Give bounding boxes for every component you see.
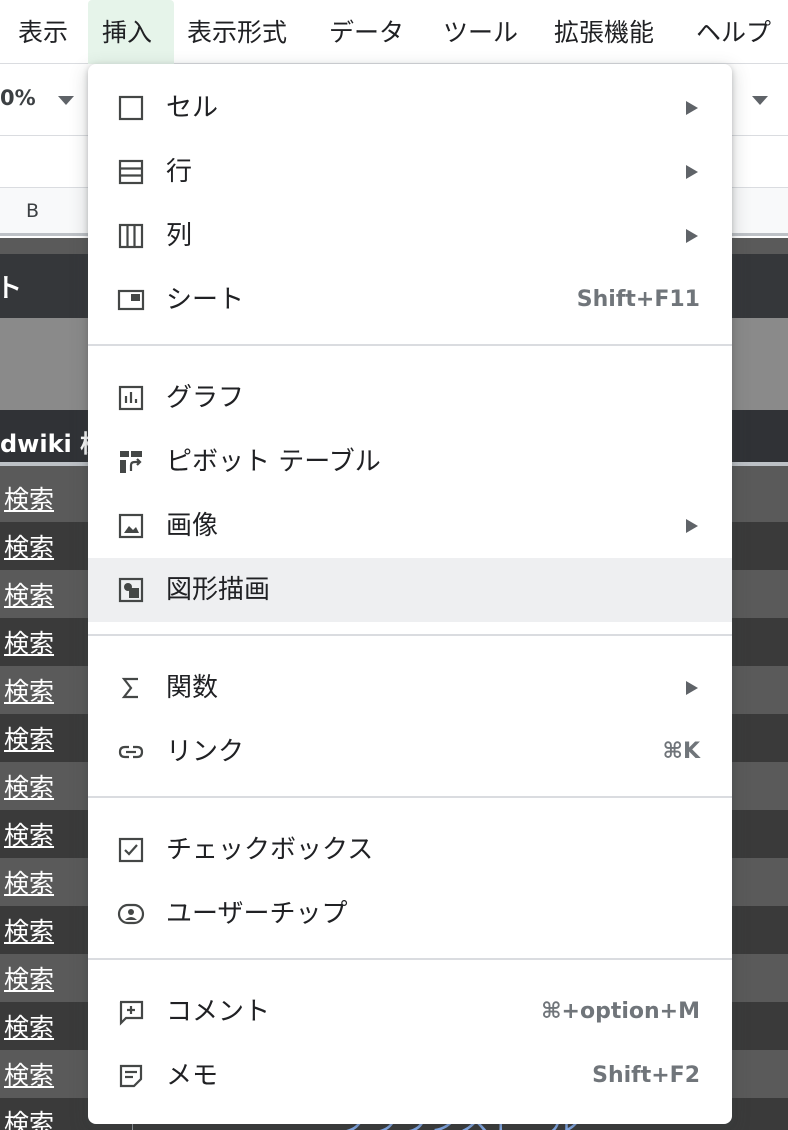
zoom-select[interactable]: 0% — [0, 86, 36, 110]
search-link[interactable]: 検索 — [4, 864, 54, 900]
menu-item-comment[interactable]: コメント ⌘+option+M — [88, 980, 732, 1044]
menu-item-drawing[interactable]: 図形描画 — [88, 558, 732, 622]
person-chip-icon — [116, 899, 146, 929]
menu-separator — [88, 796, 732, 798]
submenu-arrow-icon — [686, 165, 698, 179]
menu-item-label: 画像 — [166, 511, 219, 541]
menu-item-link[interactable]: リンク ⌘K — [88, 720, 732, 784]
menu-item-label: 図形描画 — [166, 575, 271, 605]
insert-menu: セル行列シート Shift+F11 グラフピボット テーブル 画像図形描画関数リンク ⌘… — [88, 64, 732, 1124]
menu-item-label: ユーザーチップ — [166, 899, 348, 929]
menu-data[interactable]: データ — [329, 0, 404, 64]
menu-bar: 表示 挿入 表示形式 データ ツール 拡張機能 ヘルプ — [0, 0, 788, 64]
menu-extensions[interactable]: 拡張機能 — [554, 0, 654, 64]
menu-item-label: ピボット テーブル — [166, 447, 381, 477]
checkbox-icon — [116, 835, 146, 865]
menu-item-label: メモ — [166, 1061, 219, 1091]
row-icon — [116, 157, 146, 187]
menu-tools[interactable]: ツール — [443, 0, 518, 64]
cell-icon — [116, 93, 146, 123]
search-link[interactable]: 検索 — [4, 1104, 54, 1130]
search-link[interactable]: 検索 — [4, 720, 54, 756]
search-link[interactable]: 検索 — [4, 480, 54, 516]
chart-icon — [116, 383, 146, 413]
zoom-dropdown-icon[interactable] — [58, 96, 74, 105]
menu-help[interactable]: ヘルプ — [696, 0, 771, 64]
menu-item-label: シート — [166, 285, 245, 315]
search-link[interactable]: 検索 — [4, 624, 54, 660]
column-icon — [116, 221, 146, 251]
search-link[interactable]: 検索 — [4, 816, 54, 852]
comment-icon — [116, 997, 146, 1027]
menu-item-sheet[interactable]: シート Shift+F11 — [88, 268, 732, 332]
menu-item-label: 関数 — [166, 673, 219, 703]
chevron-down-icon[interactable] — [752, 96, 768, 105]
search-link[interactable]: 検索 — [4, 528, 54, 564]
menu-item-pivot-table[interactable]: ピボット テーブル — [88, 430, 732, 494]
menu-item-person-chip[interactable]: ユーザーチップ — [88, 882, 732, 946]
submenu-arrow-icon — [686, 681, 698, 695]
menu-insert[interactable]: 挿入 — [88, 0, 174, 64]
menu-item-shortcut: ⌘+option+M — [541, 999, 700, 1024]
menu-item-sigma[interactable]: 関数 — [88, 656, 732, 720]
menu-item-column[interactable]: 列 — [88, 204, 732, 268]
search-link[interactable]: 検索 — [4, 768, 54, 804]
search-link[interactable]: 検索 — [4, 960, 54, 996]
menu-item-shortcut: Shift+F11 — [576, 287, 700, 312]
menu-item-chart[interactable]: グラフ — [88, 366, 732, 430]
menu-item-note[interactable]: メモ Shift+F2 — [88, 1044, 732, 1108]
title-cell: ト — [0, 274, 23, 304]
menu-view[interactable]: 表示 — [18, 0, 68, 64]
menu-item-label: 行 — [166, 157, 193, 187]
search-link[interactable]: 検索 — [4, 1008, 54, 1044]
menu-separator — [88, 958, 732, 960]
search-link[interactable]: 検索 — [4, 1056, 54, 1092]
menu-item-shortcut: ⌘K — [662, 739, 700, 764]
drawing-icon — [116, 575, 146, 605]
pivot-table-icon — [116, 447, 146, 477]
search-link[interactable]: 検索 — [4, 672, 54, 708]
link-icon — [116, 737, 146, 767]
menu-item-image[interactable]: 画像 — [88, 494, 732, 558]
sigma-icon — [116, 673, 146, 703]
menu-format[interactable]: 表示形式 — [187, 0, 287, 64]
column-header-b[interactable]: B — [26, 200, 39, 222]
menu-item-label: コメント — [166, 997, 271, 1027]
menu-item-shortcut: Shift+F2 — [592, 1063, 700, 1088]
menu-item-cell[interactable]: セル — [88, 76, 732, 140]
menu-separator — [88, 344, 732, 346]
menu-item-label: 列 — [166, 221, 193, 251]
search-link[interactable]: 検索 — [4, 912, 54, 948]
menu-item-label: グラフ — [166, 383, 245, 413]
image-icon — [116, 511, 146, 541]
menu-separator — [88, 634, 732, 636]
search-link[interactable]: 検索 — [4, 576, 54, 612]
note-icon — [116, 1061, 146, 1091]
sheet-icon — [116, 285, 146, 315]
menu-item-checkbox[interactable]: チェックボックス — [88, 818, 732, 882]
menu-item-row[interactable]: 行 — [88, 140, 732, 204]
menu-item-label: リンク — [166, 737, 245, 767]
submenu-arrow-icon — [686, 101, 698, 115]
submenu-arrow-icon — [686, 519, 698, 533]
menu-item-label: セル — [166, 93, 219, 123]
submenu-arrow-icon — [686, 229, 698, 243]
menu-item-label: チェックボックス — [166, 835, 374, 865]
